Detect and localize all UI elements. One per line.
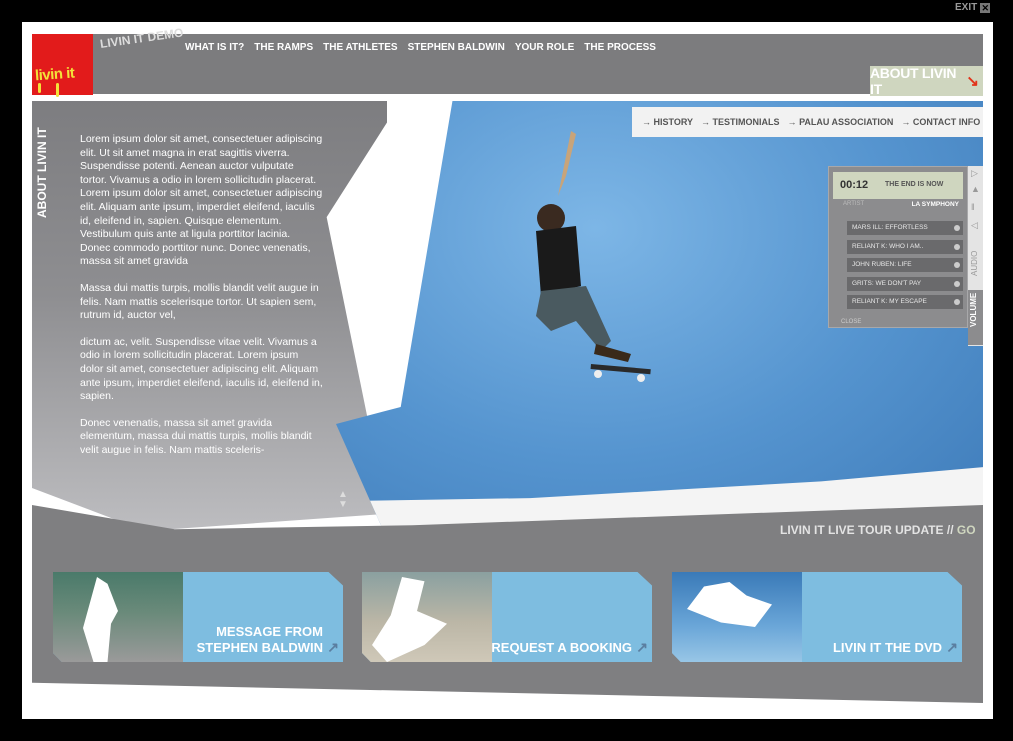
nav-the-process[interactable]: THE PROCESS: [584, 42, 656, 53]
track-list: MARS ILL: EFFORTLESS RELIANT K: WHO I AM…: [847, 221, 963, 314]
artist-name: LA SYMPHONY: [911, 201, 959, 208]
song-title: THE END IS NOW: [885, 181, 944, 188]
track-item[interactable]: GRITS: WE DON'T PAY: [847, 276, 963, 291]
logo-text: livin it: [34, 64, 75, 85]
about-livin-it-button[interactable]: ABOUT LIVIN IT ↘: [870, 65, 983, 97]
paragraph: dictum ac, velit. Suspendisse vitae veli…: [80, 335, 323, 403]
nav-stephen-baldwin[interactable]: STEPHEN BALDWIN: [408, 42, 505, 53]
card-photo: [362, 572, 492, 662]
arrow-icon: ↘: [966, 73, 979, 90]
arrow-icon: ↗: [636, 639, 648, 655]
card-livin-it-dvd[interactable]: LIVIN IT THE DVD ↗: [672, 572, 962, 662]
skater-silhouette: [372, 577, 447, 662]
card-label: REQUEST A BOOKING: [491, 640, 632, 655]
skater-figure: [536, 131, 651, 382]
track-item[interactable]: RELIANT K: MY ESCAPE: [847, 295, 963, 309]
tour-update-link[interactable]: LIVIN IT LIVE TOUR UPDATE // GO: [780, 523, 976, 537]
play-icon: [954, 243, 960, 250]
paragraph: Donec venenatis, massa sit amet gravida …: [80, 416, 312, 456]
nav-what-is-it[interactable]: WHAT IS IT?: [185, 42, 244, 53]
card-message-from-stephen[interactable]: MESSAGE FROM STEPHEN BALDWIN ↗: [53, 572, 343, 662]
logo[interactable]: livin it: [32, 34, 93, 97]
subnav-history[interactable]: → HISTORY: [642, 117, 693, 127]
play-icon[interactable]: ▲: [971, 184, 980, 194]
play-icon: [954, 225, 960, 231]
previous-icon[interactable]: ◁: [971, 220, 978, 231]
card-request-booking[interactable]: REQUEST A BOOKING ↗: [362, 572, 652, 662]
paragraph: Lorem ipsum dolor sit amet, consectetuer…: [80, 133, 323, 268]
about-button-label: ABOUT LIVIN IT: [870, 65, 957, 97]
scroll-down-icon[interactable]: ▼: [338, 500, 348, 510]
arrow-icon: ↗: [946, 639, 958, 655]
subnav-contact-info[interactable]: → CONTACT INFO: [901, 117, 980, 127]
tour-go-label: GO: [956, 523, 976, 537]
pause-icon[interactable]: ‖: [971, 202, 975, 212]
exit-button[interactable]: EXIT ✕: [955, 2, 991, 13]
text-scroll-arrows[interactable]: ▲ ▼: [338, 490, 348, 510]
paragraph: Massa dui mattis turpis, mollis blandit …: [80, 281, 319, 322]
play-icon: [954, 299, 960, 305]
bmx-silhouette: [687, 582, 772, 627]
artist-label: ARTIST: [843, 201, 865, 207]
track-item[interactable]: RELIANT K: WHO I AM..: [847, 239, 963, 254]
card-photo: [672, 572, 802, 662]
exit-label: EXIT: [955, 2, 978, 13]
tour-update-label: LIVIN IT LIVE TOUR UPDATE //: [780, 523, 954, 537]
volume-label: VOLUME: [969, 292, 978, 327]
next-icon[interactable]: ▷: [971, 168, 978, 179]
close-icon: ✕: [980, 2, 991, 13]
nav-the-ramps[interactable]: THE RAMPS: [254, 42, 313, 53]
arrow-icon: ↗: [327, 639, 339, 655]
card-label: MESSAGE FROM STEPHEN BALDWIN: [196, 624, 323, 655]
card-label: LIVIN IT THE DVD: [832, 640, 942, 655]
play-icon: [954, 280, 960, 287]
section-title: ABOUT LIVIN IT: [35, 127, 49, 218]
audio-player: 00:12 THE END IS NOW ARTIST LA SYMPHONY …: [828, 166, 968, 328]
about-body-text: Lorem ipsum dolor sit amet, consectetuer…: [80, 133, 323, 478]
now-playing: 00:12 THE END IS NOW: [833, 172, 963, 199]
subnav-palau-association[interactable]: → PALAU ASSOCIATION: [788, 117, 894, 127]
logo-drip: [38, 83, 41, 93]
logo-drip: [56, 83, 59, 97]
track-item[interactable]: MARS ILL: EFFORTLESS: [847, 221, 963, 235]
sub-nav: → HISTORY → TESTIMONIALS → PALAU ASSOCIA…: [632, 107, 983, 137]
subnav-testimonials[interactable]: → TESTIMONIALS: [701, 117, 780, 127]
player-close-button[interactable]: CLOSE: [841, 319, 861, 325]
track-time: 00:12: [840, 179, 869, 191]
card-photo: [53, 572, 183, 662]
expand-arrow-icon[interactable]: ↗: [406, 103, 418, 120]
play-icon: [954, 262, 960, 268]
nav-your-role[interactable]: YOUR ROLE: [515, 42, 574, 53]
volume-control[interactable]: VOLUME: [968, 290, 983, 345]
demo-tag: LIVIN IT DEMO: [95, 25, 185, 60]
track-item[interactable]: JOHN RUBEN: LIFE: [847, 258, 963, 272]
main-nav: WHAT IS IT? THE RAMPS THE ATHLETES STEPH…: [185, 42, 656, 53]
skater-silhouette: [83, 577, 118, 662]
audio-label: AUDIO: [970, 250, 979, 276]
nav-the-athletes[interactable]: THE ATHLETES: [323, 42, 397, 53]
